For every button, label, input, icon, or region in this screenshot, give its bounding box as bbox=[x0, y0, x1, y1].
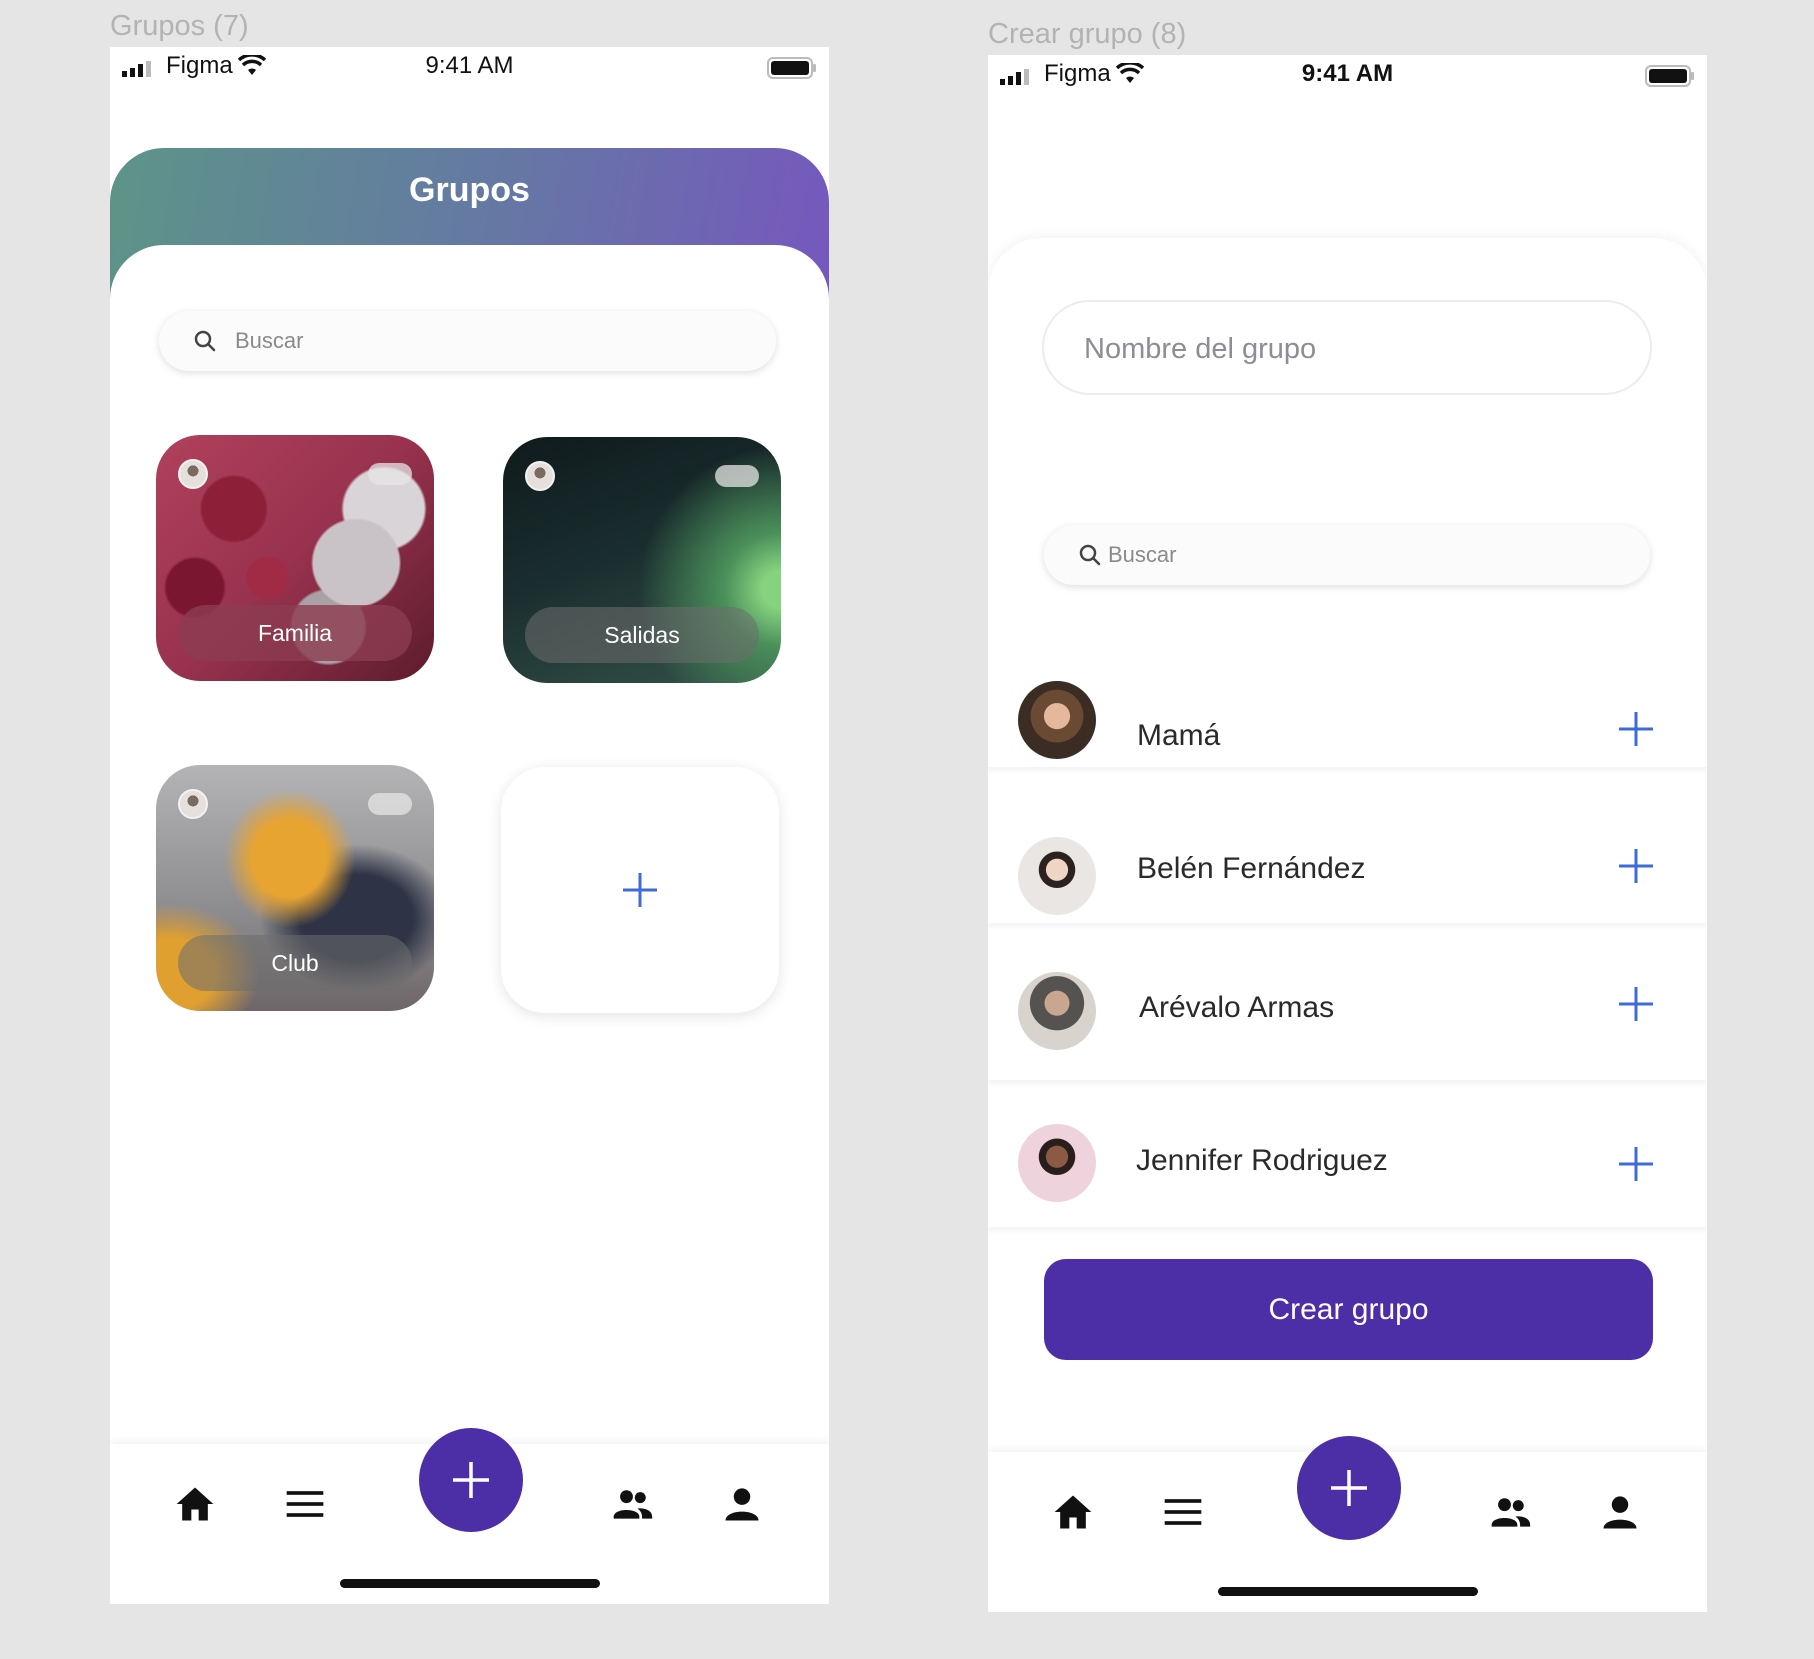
contact-name: Jennifer Rodriguez bbox=[1136, 1144, 1388, 1177]
create-group-button[interactable]: Crear grupo bbox=[1044, 1259, 1653, 1360]
group-icon[interactable] bbox=[1488, 1490, 1532, 1534]
add-fab[interactable] bbox=[1297, 1436, 1401, 1540]
search-input[interactable]: Buscar bbox=[159, 311, 776, 371]
avatar bbox=[1018, 837, 1096, 915]
frame-label-crear-grupo: Crear grupo (8) bbox=[988, 18, 1187, 50]
home-icon[interactable] bbox=[173, 1482, 217, 1526]
group-card-salidas[interactable]: Salidas bbox=[503, 437, 781, 683]
group-card-familia[interactable]: Familia bbox=[156, 435, 434, 681]
page-title: Grupos bbox=[409, 171, 530, 209]
search-input[interactable]: Buscar bbox=[1044, 525, 1650, 585]
group-name-input[interactable]: Nombre del grupo bbox=[1042, 300, 1652, 395]
bottom-nav bbox=[988, 1436, 1707, 1612]
contact-name: Arévalo Armas bbox=[1139, 991, 1335, 1024]
contact-row: Mamá bbox=[988, 637, 1707, 767]
avatar bbox=[178, 789, 208, 819]
group-name-placeholder: Nombre del grupo bbox=[1084, 333, 1317, 365]
status-bar: Figma 9:41 AM bbox=[988, 55, 1707, 95]
search-icon bbox=[1079, 544, 1101, 566]
group-card-club[interactable]: Club bbox=[156, 765, 434, 1011]
avatar bbox=[525, 461, 555, 491]
plus-icon bbox=[1331, 1470, 1367, 1506]
contact-row: Belén Fernández bbox=[988, 793, 1707, 923]
profile-icon[interactable] bbox=[1598, 1490, 1642, 1534]
search-placeholder: Buscar bbox=[235, 328, 304, 353]
avatar bbox=[178, 459, 208, 489]
contact-name: Belén Fernández bbox=[1137, 852, 1366, 885]
avatar bbox=[1018, 972, 1096, 1050]
group-icon[interactable] bbox=[610, 1482, 654, 1526]
plus-icon[interactable] bbox=[1617, 985, 1655, 1023]
status-time: 9:41 AM bbox=[1301, 60, 1394, 87]
group-label: Club bbox=[178, 935, 412, 991]
content-card bbox=[988, 238, 1707, 1612]
add-group-button[interactable] bbox=[501, 767, 779, 1013]
status-time: 9:41 AM bbox=[425, 52, 514, 79]
card-badge bbox=[368, 793, 412, 815]
plus-icon bbox=[453, 1462, 489, 1498]
menu-icon[interactable] bbox=[1161, 1490, 1205, 1534]
contact-row: Jennifer Rodriguez bbox=[988, 1087, 1707, 1227]
menu-icon[interactable] bbox=[283, 1482, 327, 1526]
card-badge bbox=[715, 465, 759, 487]
search-placeholder: Buscar bbox=[1108, 542, 1177, 567]
status-bar: Figma 9:41 AM bbox=[110, 47, 829, 87]
home-indicator bbox=[1218, 1587, 1478, 1596]
contact-name: Mamá bbox=[1137, 719, 1221, 752]
bottom-nav bbox=[110, 1428, 829, 1604]
frame-label-grupos: Grupos (7) bbox=[110, 10, 249, 42]
home-icon[interactable] bbox=[1051, 1490, 1095, 1534]
battery-icon bbox=[767, 57, 816, 79]
group-label: Familia bbox=[178, 605, 412, 661]
grupos-screen: Figma 9:41 AM Grupos Buscar Familia Sali… bbox=[110, 47, 829, 1604]
home-indicator bbox=[340, 1579, 600, 1588]
contact-row: Arévalo Armas bbox=[988, 930, 1707, 1080]
profile-icon[interactable] bbox=[720, 1482, 764, 1526]
battery-icon bbox=[1645, 65, 1694, 87]
plus-icon[interactable] bbox=[1617, 710, 1655, 748]
avatar bbox=[1018, 681, 1096, 759]
plus-icon bbox=[623, 873, 657, 907]
card-badge bbox=[368, 463, 412, 485]
crear-grupo-screen: Figma 9:41 AM Nombre del grupo Buscar Ma… bbox=[988, 55, 1707, 1612]
avatar bbox=[1018, 1124, 1096, 1202]
add-fab[interactable] bbox=[419, 1428, 523, 1532]
search-icon bbox=[194, 330, 216, 352]
group-label: Salidas bbox=[525, 607, 759, 663]
plus-icon[interactable] bbox=[1617, 847, 1655, 885]
plus-icon[interactable] bbox=[1617, 1145, 1655, 1183]
